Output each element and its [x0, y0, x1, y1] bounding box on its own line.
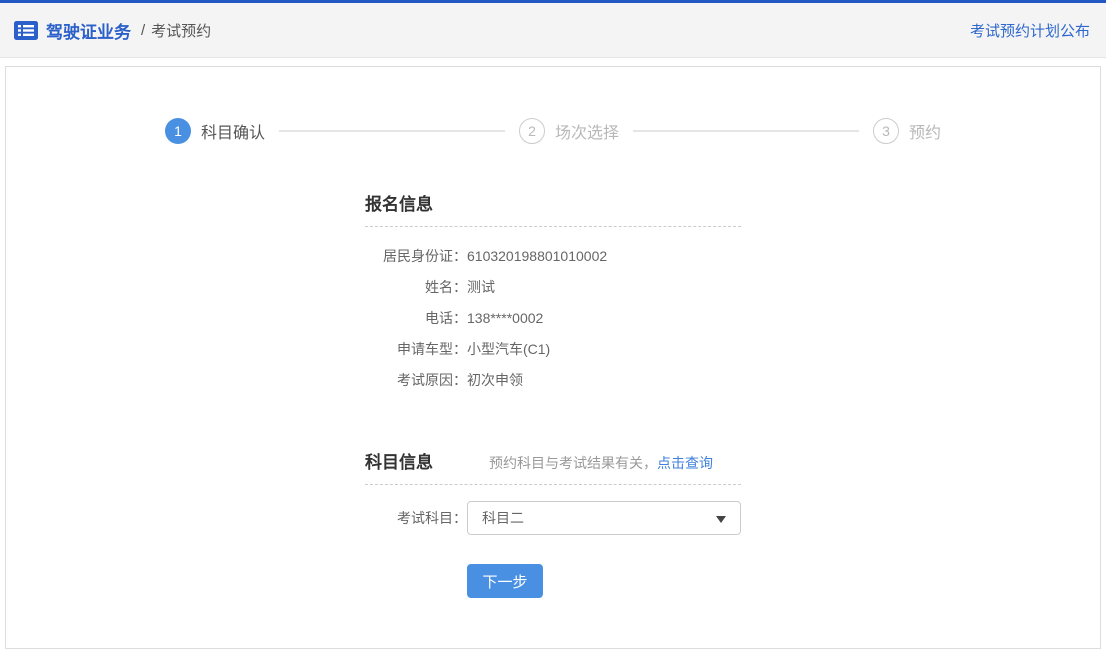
registration-section-head: 报名信息	[365, 190, 741, 215]
exam-appointment-page: 驾驶证业务 / 考试预约 考试预约计划公布 1 科目确认 2 场次选择 3 预约	[0, 0, 1106, 657]
page-title: 驾驶证业务	[46, 18, 131, 43]
field-label: 考试原因	[365, 370, 453, 390]
registration-section-title: 报名信息	[365, 190, 433, 215]
action-row: 下一步	[365, 564, 741, 598]
header-left: 驾驶证业务 / 考试预约	[14, 18, 211, 43]
field-colon: ：	[453, 508, 467, 528]
step-3-circle: 3	[873, 118, 899, 144]
field-value: 小型汽车(C1)	[467, 339, 550, 359]
section-divider	[365, 484, 741, 485]
field-vehicle-type: 申请车型 ： 小型汽车(C1)	[365, 333, 741, 364]
subject-info-section: 科目信息 预约科目与考试结果有关，点击查询 考试科目 ： 科目二	[365, 448, 741, 535]
subject-section-title: 科目信息	[365, 448, 433, 473]
field-label: 申请车型	[365, 339, 453, 359]
step-connector	[279, 130, 505, 132]
section-divider	[365, 226, 741, 227]
field-name: 姓名 ： 测试	[365, 271, 741, 302]
next-step-button[interactable]: 下一步	[467, 564, 543, 598]
exam-subject-selected-value: 科目二	[482, 508, 524, 528]
step-2-circle: 2	[519, 118, 545, 144]
exam-subject-label: 考试科目	[365, 508, 453, 528]
exam-subject-row: 考试科目 ： 科目二	[365, 501, 741, 535]
dropdown-arrow-icon	[716, 516, 726, 523]
step-subject-confirm: 1 科目确认	[165, 118, 265, 144]
field-value: 138****0002	[467, 310, 543, 326]
step-reserve: 3 预约	[873, 118, 941, 144]
step-1-circle: 1	[165, 118, 191, 144]
subject-section-head: 科目信息 预约科目与考试结果有关，点击查询	[365, 448, 741, 473]
step-connector	[633, 130, 859, 132]
field-value: 初次申领	[467, 370, 523, 390]
field-value: 测试	[467, 277, 495, 297]
step-2-label: 场次选择	[555, 119, 619, 143]
field-exam-reason: 考试原因 ： 初次申领	[365, 364, 741, 395]
field-phone: 电话 ： 138****0002	[365, 302, 741, 333]
subject-note-text: 预约科目与考试结果有关，	[489, 455, 657, 471]
step-session-select: 2 场次选择	[519, 118, 619, 144]
subject-note: 预约科目与考试结果有关，点击查询	[489, 453, 713, 473]
field-label: 电话	[365, 308, 453, 328]
registration-fields: 居民身份证 ： 610320198801010002 姓名 ： 测试 电话 ： …	[365, 240, 741, 395]
query-result-link[interactable]: 点击查询	[657, 455, 713, 471]
stepper: 1 科目确认 2 场次选择 3 预约	[6, 118, 1100, 144]
field-colon: ：	[453, 339, 467, 359]
main-panel: 1 科目确认 2 场次选择 3 预约 报名信息	[5, 66, 1101, 649]
field-label: 居民身份证	[365, 246, 453, 266]
license-business-icon	[14, 21, 38, 40]
field-value: 610320198801010002	[467, 248, 607, 264]
exam-subject-select[interactable]: 科目二	[467, 501, 741, 535]
field-colon: ：	[453, 246, 467, 266]
field-colon: ：	[453, 277, 467, 297]
breadcrumb-separator: /	[141, 22, 145, 39]
content-column: 报名信息 居民身份证 ： 610320198801010002 姓名 ： 测试	[365, 190, 741, 598]
field-label: 姓名	[365, 277, 453, 297]
field-colon: ：	[453, 308, 467, 328]
header-bar: 驾驶证业务 / 考试预约 考试预约计划公布	[0, 3, 1106, 58]
exam-plan-link[interactable]: 考试预约计划公布	[970, 20, 1090, 41]
registration-info-section: 报名信息 居民身份证 ： 610320198801010002 姓名 ： 测试	[365, 190, 741, 395]
step-3-label: 预约	[909, 119, 941, 143]
breadcrumb-current: 考试预约	[151, 20, 211, 41]
field-colon: ：	[453, 370, 467, 390]
field-id-number: 居民身份证 ： 610320198801010002	[365, 240, 741, 271]
step-1-label: 科目确认	[201, 119, 265, 143]
